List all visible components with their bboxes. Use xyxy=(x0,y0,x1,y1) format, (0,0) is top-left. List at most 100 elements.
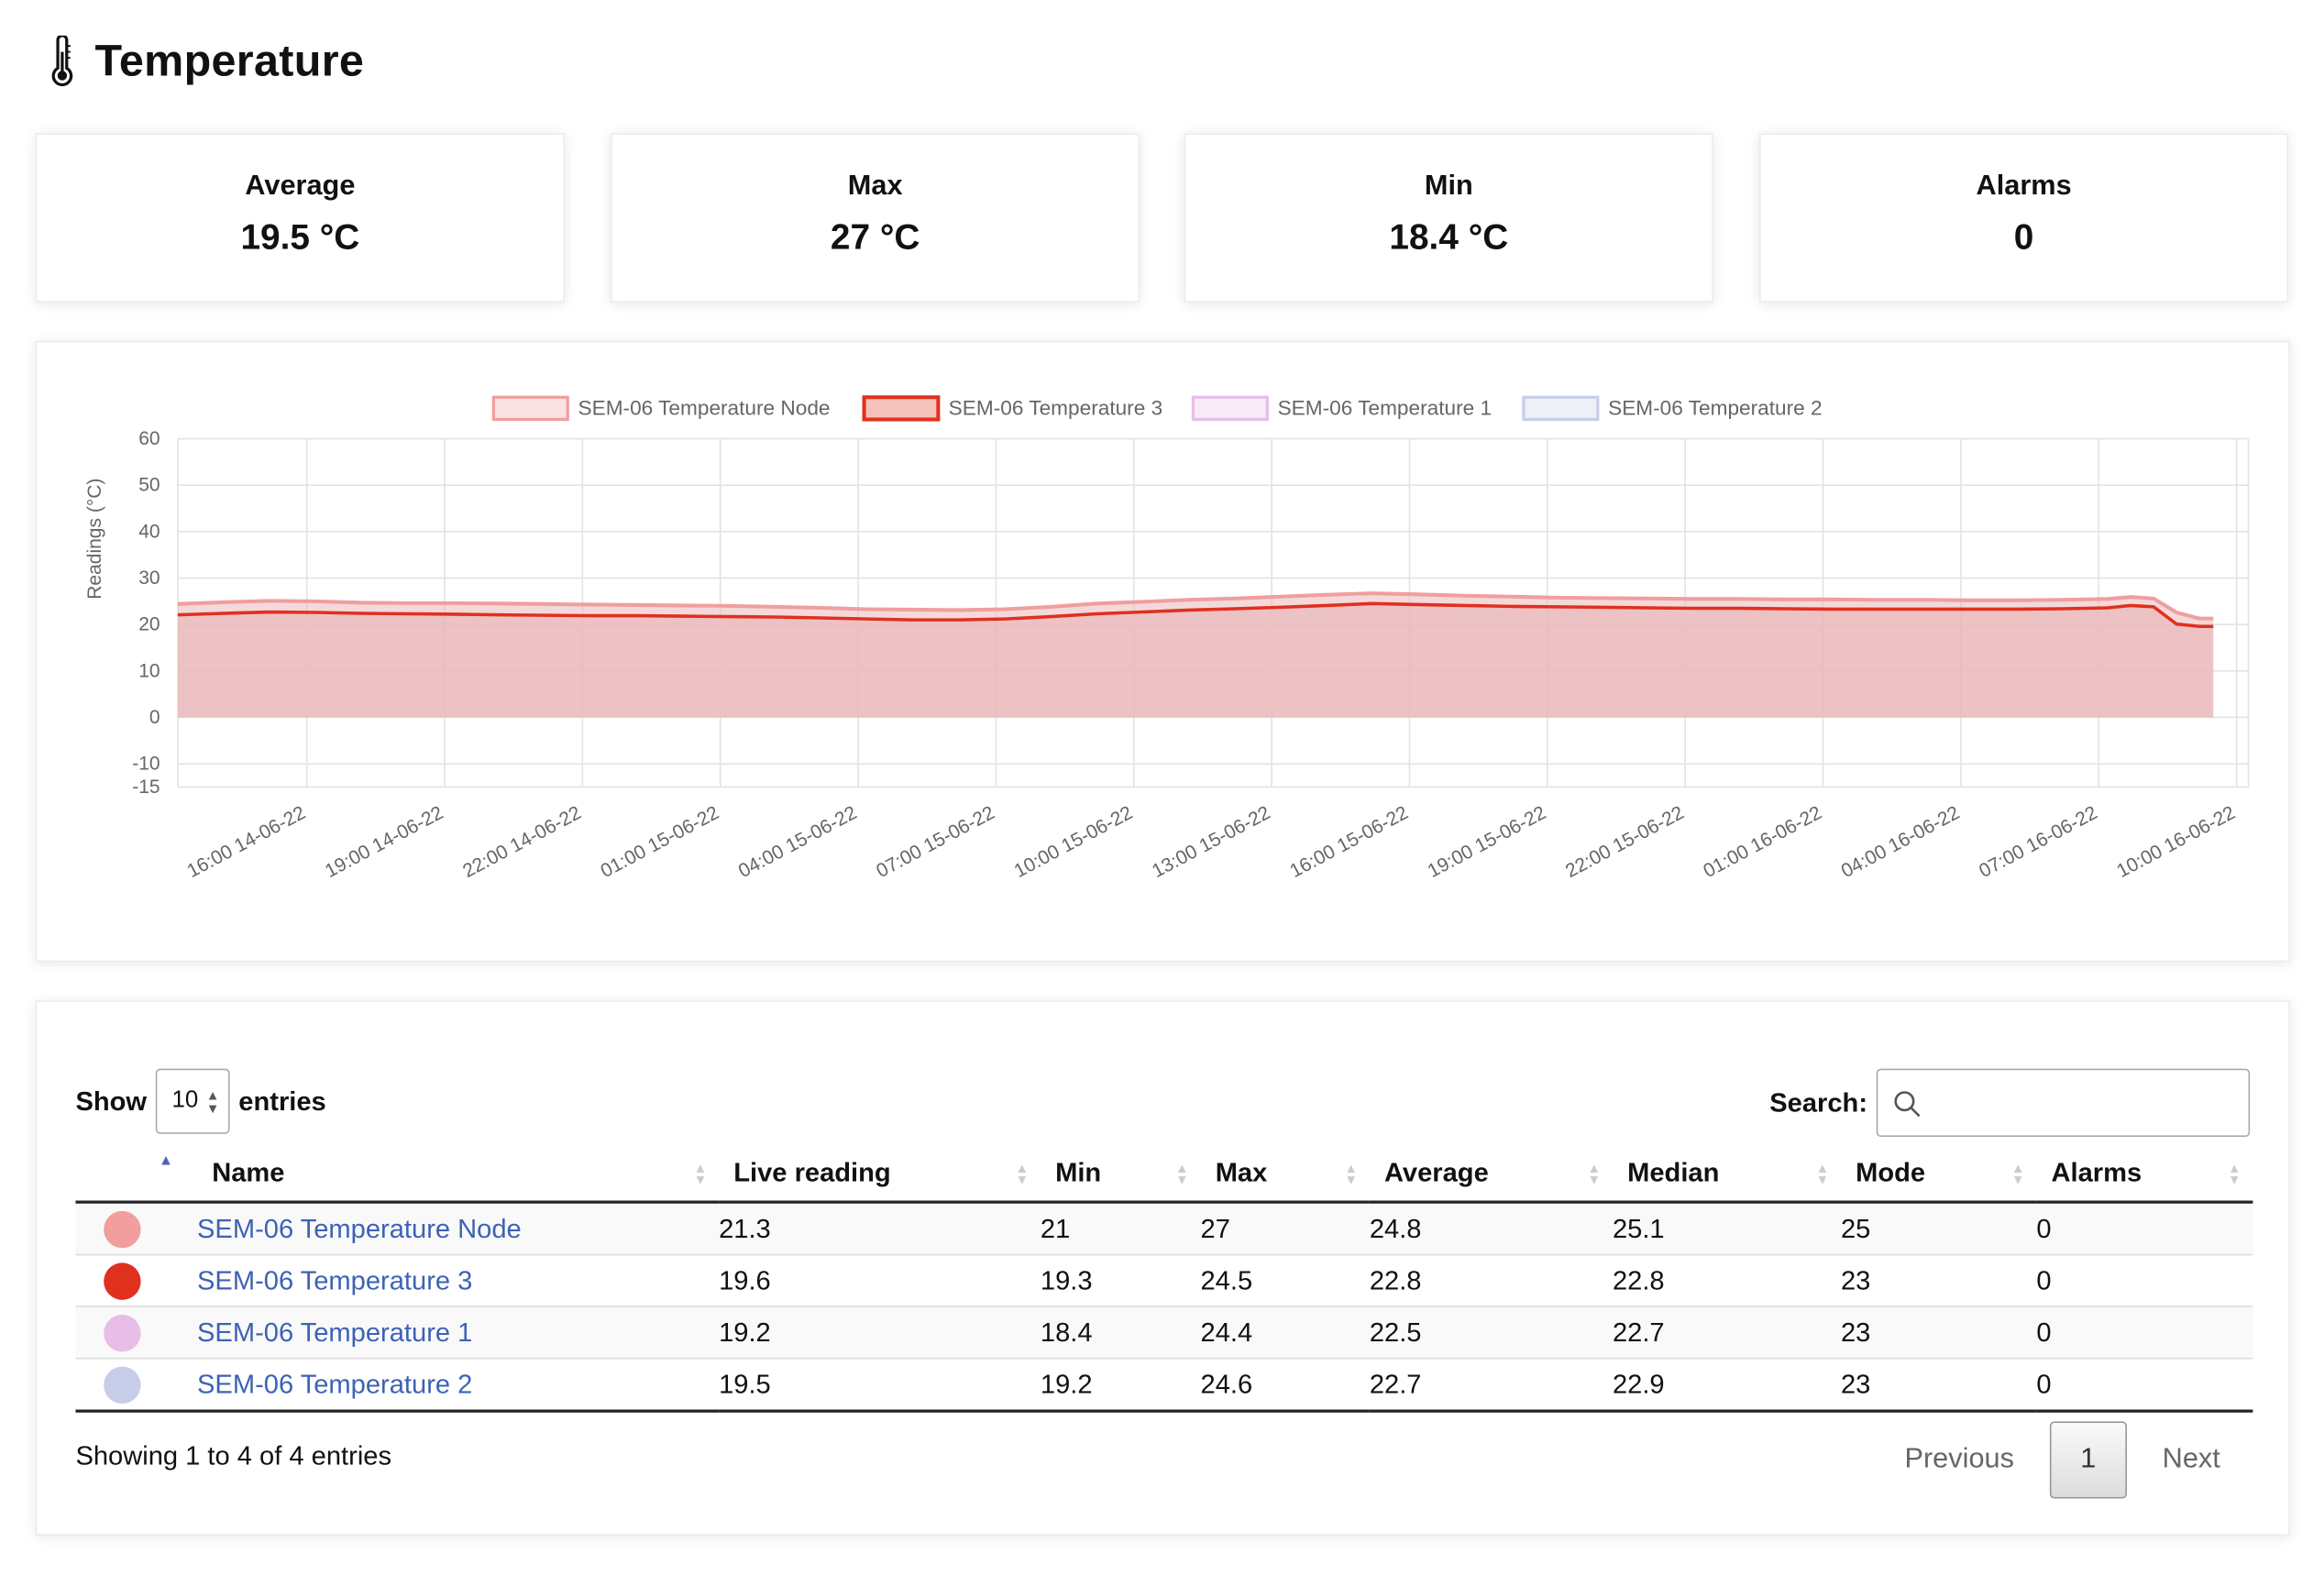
select-arrows-icon: ▲ ▼ xyxy=(205,1087,220,1117)
series-area-1 xyxy=(178,603,2214,718)
y-tick-label: -15 xyxy=(132,777,160,798)
stat-card-max: Max 27 °C xyxy=(611,133,1140,303)
legend-swatch xyxy=(862,395,941,422)
sensor-name-link[interactable]: SEM-06 Temperature Node xyxy=(197,1213,522,1242)
table-info: Showing 1 to 4 of 4 entries xyxy=(75,1440,392,1471)
x-tick-label: 22:00 14-06-22 xyxy=(459,802,585,882)
series-color-dot xyxy=(104,1210,141,1248)
search-input[interactable] xyxy=(1876,1068,2251,1138)
median-cell: 22.9 xyxy=(1612,1358,1841,1413)
x-tick-label: 19:00 15-06-22 xyxy=(1425,802,1550,882)
x-tick-label: 04:00 15-06-22 xyxy=(735,802,861,882)
column-header-live-reading[interactable]: Live reading ▲ ▼ xyxy=(719,1144,1041,1204)
y-tick-label: 60 xyxy=(138,428,160,449)
name-cell: SEM-06 Temperature 2 xyxy=(197,1358,720,1413)
legend-label: SEM-06 Temperature 1 xyxy=(1278,397,1492,420)
legend-swatch xyxy=(491,395,569,422)
show-label: Show xyxy=(75,1086,148,1116)
previous-page-button[interactable]: Previous xyxy=(1904,1444,2014,1477)
average-cell: 22.8 xyxy=(1369,1254,1613,1307)
next-page-button[interactable]: Next xyxy=(2163,1444,2220,1477)
column-header-color[interactable]: ▲ xyxy=(75,1144,198,1204)
column-header-median[interactable]: Median ▲ ▼ xyxy=(1612,1144,1841,1204)
y-tick-label: 40 xyxy=(138,521,160,542)
column-header-mode[interactable]: Mode ▲ ▼ xyxy=(1840,1144,2037,1204)
min-cell: 19.3 xyxy=(1040,1254,1201,1307)
y-tick-label: 20 xyxy=(138,614,160,635)
series-color-dot xyxy=(104,1365,141,1404)
temperature-page: Temperature Average 19.5 °C Max 27 °C Mi… xyxy=(0,0,2324,1587)
legend-label: SEM-06 Temperature 2 xyxy=(1608,397,1823,420)
sort-icon: ▲ ▼ xyxy=(1587,1160,1602,1187)
sensor-name-link[interactable]: SEM-06 Temperature 1 xyxy=(197,1317,472,1346)
sort-icon: ▲ ▼ xyxy=(1175,1160,1189,1187)
x-tick-label: 13:00 15-06-22 xyxy=(1149,802,1274,882)
mode-cell: 23 xyxy=(1840,1306,2037,1360)
page-1-button[interactable]: 1 xyxy=(2049,1421,2127,1499)
thermometer-icon xyxy=(51,35,73,87)
average-cell: 22.5 xyxy=(1369,1306,1613,1360)
stat-label: Alarms xyxy=(1976,170,2072,202)
stat-value: 19.5 °C xyxy=(240,217,360,259)
max-cell: 24.4 xyxy=(1200,1306,1370,1360)
sort-icon: ▲ ▼ xyxy=(2228,1160,2241,1187)
color-cell xyxy=(75,1306,198,1360)
series-color-dot xyxy=(104,1262,141,1300)
sensor-name-link[interactable]: SEM-06 Temperature 2 xyxy=(197,1369,472,1398)
table-row: SEM-06 Temperature Node 21.3 21 27 24.8 … xyxy=(75,1202,2253,1256)
column-header-max[interactable]: Max ▲ ▼ xyxy=(1200,1144,1370,1204)
x-tick-label: 01:00 15-06-22 xyxy=(597,802,722,882)
live-cell: 19.6 xyxy=(719,1254,1041,1307)
stat-value: 27 °C xyxy=(830,217,920,259)
median-cell: 22.7 xyxy=(1612,1306,1841,1360)
max-cell: 27 xyxy=(1200,1202,1370,1256)
column-header-name[interactable]: Name ▲ ▼ xyxy=(197,1144,720,1204)
sensor-name-link[interactable]: SEM-06 Temperature 3 xyxy=(197,1265,472,1295)
column-header-average[interactable]: Average ▲ ▼ xyxy=(1369,1144,1613,1204)
name-cell: SEM-06 Temperature Node xyxy=(197,1202,720,1256)
y-tick-label: 0 xyxy=(149,707,160,728)
column-header-min[interactable]: Min ▲ ▼ xyxy=(1040,1144,1201,1204)
mode-cell: 25 xyxy=(1840,1202,2037,1256)
x-tick-label: 16:00 14-06-22 xyxy=(183,802,309,882)
entries-length-value: 10 xyxy=(171,1087,199,1114)
x-tick-label: 16:00 15-06-22 xyxy=(1286,802,1412,882)
table-row: SEM-06 Temperature 1 19.2 18.4 24.4 22.5… xyxy=(75,1306,2253,1360)
stat-card-min: Min 18.4 °C xyxy=(1184,133,1713,303)
sort-icon: ▲ ▼ xyxy=(693,1160,708,1187)
median-cell: 25.1 xyxy=(1612,1202,1841,1256)
legend-label: SEM-06 Temperature Node xyxy=(578,397,831,420)
mode-cell: 23 xyxy=(1840,1254,2037,1307)
legend-swatch xyxy=(1191,395,1269,422)
stat-card-alarms: Alarms 0 xyxy=(1759,133,2289,303)
average-cell: 24.8 xyxy=(1369,1202,1613,1256)
pagination: Previous 1 Next xyxy=(1904,1421,2220,1499)
sort-asc-icon: ▲ xyxy=(158,1152,174,1170)
temperature-chart: 60 50 40 30 20 10 0 -10-15 16:00 14-06-22 19:00 1… xyxy=(84,395,2250,882)
table-header-row: ▲ Name ▲ ▼ Live reading ▲ ▼ Min ▲ ▼ Max ▲ ▼ Aver… xyxy=(75,1144,2253,1204)
alarms-cell: 0 xyxy=(2036,1358,2253,1413)
live-cell: 19.2 xyxy=(719,1306,1041,1360)
table-row: SEM-06 Temperature 2 19.5 19.2 24.6 22.7… xyxy=(75,1358,2253,1413)
x-tick-label: 07:00 15-06-22 xyxy=(873,802,998,882)
y-tick-label: -10 xyxy=(132,754,160,775)
min-cell: 21 xyxy=(1040,1202,1201,1256)
y-tick-label: 10 xyxy=(138,660,160,681)
sort-icon: ▲ ▼ xyxy=(1815,1160,1830,1187)
sort-icon: ▲ ▼ xyxy=(1015,1160,1029,1187)
median-cell: 22.8 xyxy=(1612,1254,1841,1307)
stat-label: Min xyxy=(1424,170,1473,202)
entries-label: entries xyxy=(238,1086,326,1116)
search-icon xyxy=(1894,1091,1921,1118)
stat-label: Max xyxy=(847,170,903,202)
x-tick-label: 04:00 16-06-22 xyxy=(1838,802,1964,882)
sensor-table: ▲ Name ▲ ▼ Live reading ▲ ▼ Min ▲ ▼ Max ▲ ▼ Aver… xyxy=(75,1144,2253,1413)
y-tick-label: 30 xyxy=(138,568,160,589)
table-card: Show 10 ▲ ▼ entries Search: ▲ Name ▲ ▼ L… xyxy=(35,1000,2290,1536)
column-header-alarms[interactable]: Alarms ▲ ▼ xyxy=(2036,1144,2253,1204)
color-cell xyxy=(75,1358,198,1413)
page-header: Temperature xyxy=(48,35,364,89)
entries-length-select[interactable]: 10 ▲ ▼ xyxy=(155,1068,230,1134)
y-tick-label: 50 xyxy=(138,475,160,496)
alarms-cell: 0 xyxy=(2036,1202,2253,1256)
